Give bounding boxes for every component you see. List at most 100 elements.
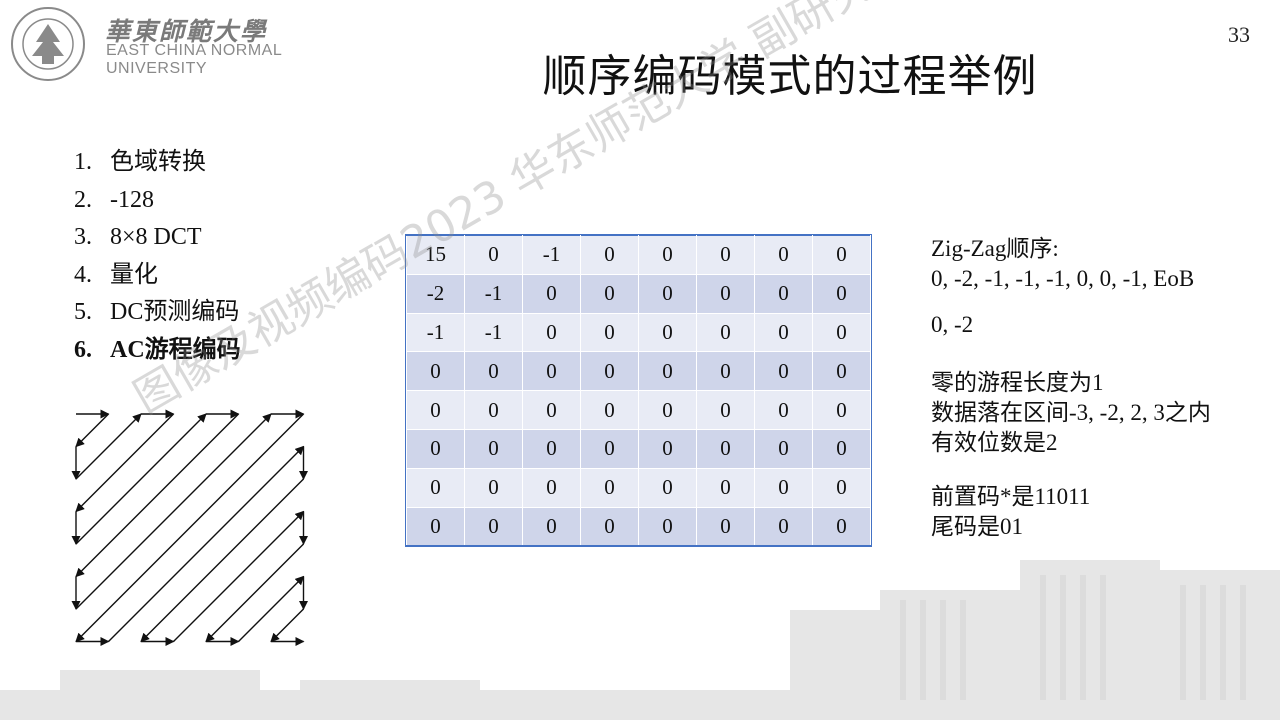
matrix-row: 00000000 [406, 506, 871, 547]
matrix-cell: 0 [522, 351, 581, 392]
matrix-cell: 0 [638, 351, 697, 392]
matrix-cell: 0 [754, 351, 813, 392]
step-item-active: 6. AC游程编码 [74, 336, 241, 363]
zigzag-diagonal-arrow [75, 413, 142, 480]
matrix-cell: 0 [754, 312, 813, 353]
matrix-cell: 0 [522, 390, 581, 430]
matrix-cell: 0 [406, 428, 465, 469]
matrix-row: 00000000 [406, 351, 871, 392]
current-pair: 0, -2 [931, 312, 974, 337]
matrix-cell: 0 [406, 506, 465, 547]
matrix-cell: -1 [406, 312, 465, 353]
matrix-cell: 0 [754, 390, 813, 430]
quantized-coefficient-matrix: 15 0 -1 0 0 0 0 0 -2 -1 0 0 0 0 0 0 -1 -1 0 0 0 0 0 0 0 0 0 0 0 0 0 0 0 0… [405, 233, 872, 548]
encoding-notes: Zig-Zag顺序: 0, -2, -1, -1, -1, 0, 0, -1, … [931, 234, 1271, 542]
matrix-cell: 0 [580, 351, 639, 392]
matrix-cell: 0 [638, 467, 697, 508]
university-logo: 華東師範大學 EAST CHINA NORMAL UNIVERSITY [8, 4, 298, 84]
matrix-cell: 0 [522, 428, 581, 469]
matrix-row: 00000000 [406, 390, 871, 430]
matrix-cell: 0 [522, 273, 581, 314]
matrix-cell: 0 [696, 467, 755, 508]
matrix-cell: 0 [580, 467, 639, 508]
matrix-cell: 0 [696, 351, 755, 392]
matrix-cell: 0 [754, 506, 813, 547]
page-number: 33 [1228, 22, 1250, 47]
matrix-cell: 0 [406, 467, 465, 508]
zigzag-scan-diagram [71, 409, 308, 646]
step-item: 1. 色域转换 [74, 149, 206, 175]
zigzag-diagonal-arrow [75, 413, 109, 448]
matrix-cell: 0 [580, 235, 639, 275]
step-item: 4. 量化 [74, 261, 158, 288]
matrix-cell: 0 [464, 390, 523, 430]
matrix-cell: 0 [696, 428, 755, 469]
matrix-cell: -1 [464, 273, 523, 314]
matrix-cell: 0 [406, 351, 465, 392]
matrix-cell: 0 [754, 273, 813, 314]
matrix-cell: 0 [696, 235, 755, 275]
matrix-cell: 0 [522, 312, 581, 353]
step-item: 3. 8×8 DCT [74, 224, 202, 251]
logo-english-name-line1: EAST CHINA NORMAL [106, 42, 283, 59]
matrix-cell: 0 [638, 390, 697, 430]
matrix-row: 00000000 [406, 467, 871, 508]
matrix-cell: 0 [696, 312, 755, 353]
zigzag-sequence: 0, -2, -1, -1, -1, 0, 0, -1, EoB [931, 266, 1195, 291]
zigzag-diagonal-arrow [140, 478, 304, 643]
zigzag-diagonal-arrow [173, 510, 305, 642]
matrix-cell: 0 [522, 467, 581, 508]
zigzag-diagonal-arrow [75, 413, 272, 610]
zigzag-diagonal-arrow [205, 543, 304, 643]
matrix-cell: 0 [464, 351, 523, 392]
zigzag-diagonal-arrow [75, 413, 239, 578]
zigzag-heading: Zig-Zag顺序: [931, 236, 1059, 261]
run-length-note: 零的游程长度为1 [931, 370, 1104, 395]
matrix-cell: 0 [638, 428, 697, 469]
zigzag-diagonal-arrow [238, 575, 305, 642]
matrix-cell: 15 [406, 235, 465, 275]
matrix-cell: 0 [580, 273, 639, 314]
matrix-cell: 0 [464, 467, 523, 508]
university-seal-icon [11, 7, 85, 81]
matrix-cell: 0 [812, 312, 871, 353]
matrix-cell: 0 [812, 273, 871, 314]
matrix-cell: 0 [812, 428, 871, 469]
matrix-cell: 0 [580, 390, 639, 430]
step-item: 2. -128 [74, 186, 154, 213]
zigzag-diagonal-arrow [75, 413, 174, 513]
matrix-cell: -1 [464, 312, 523, 353]
zigzag-diagonal-arrow [270, 608, 304, 643]
step-item: 5. DC预测编码 [74, 299, 240, 326]
matrix-cell: 0 [522, 506, 581, 547]
slide-title: 顺序编码模式的过程举例 [542, 51, 1038, 102]
matrix-cell: 0 [754, 235, 813, 275]
suffix-note: 尾码是01 [931, 514, 1023, 539]
zigzag-diagonal-arrow [75, 413, 304, 643]
matrix-cell: 0 [812, 390, 871, 430]
matrix-cell: 0 [580, 506, 639, 547]
matrix-cell: 0 [812, 467, 871, 508]
prefix-note: 前置码*是11011 [931, 484, 1091, 509]
matrix-cell: -2 [406, 273, 465, 314]
matrix-cell: 0 [754, 467, 813, 508]
matrix-cell: 0 [580, 428, 639, 469]
matrix-cell: 0 [406, 390, 465, 430]
matrix-cell: 0 [464, 428, 523, 469]
matrix-row: -2 -1 0 0 0 0 0 0 [406, 273, 871, 314]
matrix-cell: 0 [464, 506, 523, 547]
matrix-cell: 0 [638, 312, 697, 353]
matrix-cell: 0 [812, 506, 871, 547]
range-note: 数据落在区间-3, -2, 2, 3之内 [931, 400, 1211, 425]
matrix-cell: 0 [638, 273, 697, 314]
matrix-cell: 0 [696, 390, 755, 430]
bits-note: 有效位数是2 [931, 430, 1058, 455]
process-steps-list: 1. 色域转换 2. -128 3. 8×8 DCT 4. 量化 5. DC预测编码 6.… [74, 144, 241, 370]
matrix-cell: 0 [580, 312, 639, 353]
matrix-cell: 0 [696, 506, 755, 547]
matrix-cell: 0 [638, 506, 697, 547]
matrix-cell: -1 [522, 235, 581, 275]
zigzag-diagonal-arrow [108, 445, 305, 642]
zigzag-diagonal-arrow [75, 413, 207, 545]
matrix-cell: 0 [812, 351, 871, 392]
